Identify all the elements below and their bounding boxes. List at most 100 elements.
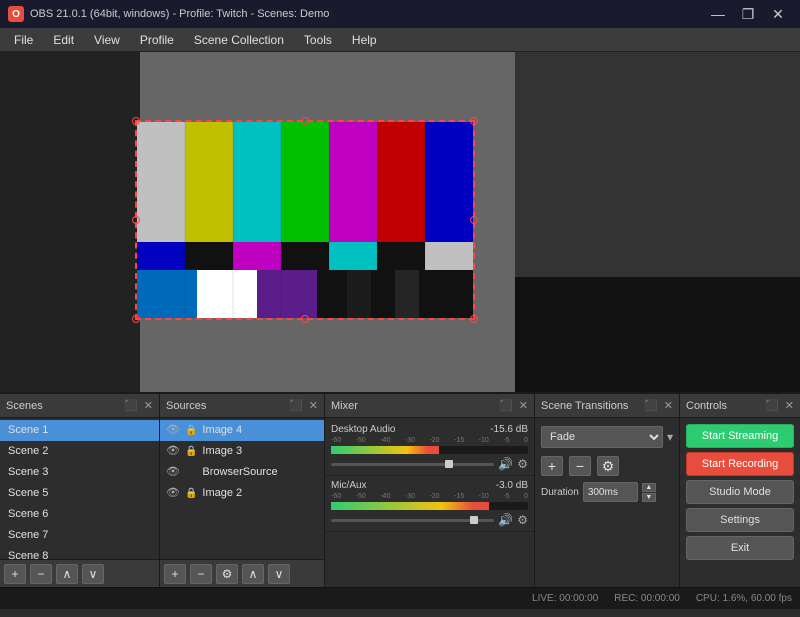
duration-down-button[interactable]: ▼ [642,493,656,502]
mixer-slider-desktop[interactable] [331,463,494,466]
scene-item-1[interactable]: Scene 1 [0,420,159,441]
scenes-list: Scene 1 Scene 2 Scene 3 Scene 5 Scene 6 … [0,418,159,559]
scene-item-8[interactable]: Scene 8 [0,546,159,559]
mixer-thumb-mic[interactable] [470,516,478,524]
transition-type-select[interactable]: Fade Cut Swipe Slide [541,426,663,448]
mixer-panel-header: Mixer ⬛ ✕ [325,394,534,418]
mixer-slider-row-mic: 🔊 ⚙ [331,513,528,527]
menu-scene-collection[interactable]: Scene Collection [184,31,294,49]
menu-edit[interactable]: Edit [43,31,84,49]
menu-file[interactable]: File [4,31,43,49]
sources-panel-header: Sources ⬛ ✕ [160,394,324,418]
mixer-header-icons: ⬛ ✕ [499,399,528,412]
scene-remove-button[interactable]: − [30,564,52,584]
live-time: LIVE: 00:00:00 [532,593,598,604]
mixer-thumb-desktop[interactable] [445,460,453,468]
scene-move-down-button[interactable]: ∨ [82,564,104,584]
scene-add-button[interactable]: + [4,564,26,584]
transition-remove-button[interactable]: − [569,456,591,476]
transitions-config-icon[interactable]: ⬛ [644,399,658,412]
resize-handle-ml[interactable] [132,216,140,224]
transition-chevron-icon: ▾ [667,430,673,444]
mixer-close-icon[interactable]: ✕ [519,399,528,412]
rec-time: REC: 00:00:00 [614,593,680,604]
lock-icon-image3[interactable]: 🔒 [185,443,197,460]
eye-icon-image3[interactable]: 👁 [166,443,180,460]
menu-view[interactable]: View [84,31,130,49]
sources-close-icon[interactable]: ✕ [309,399,318,412]
source-item-image2[interactable]: 👁 🔒 Image 2 [160,483,324,504]
scene-move-up-button[interactable]: ∧ [56,564,78,584]
mixer-slider-mic[interactable] [331,519,494,522]
start-recording-button[interactable]: Start Recording [686,452,794,476]
source-settings-button[interactable]: ⚙ [216,564,238,584]
resize-handle-bl[interactable] [132,315,140,323]
transition-settings-button[interactable]: ⚙ [597,456,619,476]
resize-handle-br[interactable] [470,315,478,323]
transitions-panel: Scene Transitions ⬛ ✕ Fade Cut Swipe Sli… [535,394,680,587]
eye-icon-image2[interactable]: 👁 [166,485,180,502]
eye-icon-image4[interactable]: 👁 [166,422,180,439]
sources-list: 👁 🔒 Image 4 👁 🔒 Image 3 👁 🔒 BrowserSourc… [160,418,324,559]
minimize-button[interactable]: — [704,0,732,28]
duration-input[interactable] [583,482,638,502]
source-item-image3[interactable]: 👁 🔒 Image 3 [160,441,324,462]
mixer-track-mic: Mic/Aux -3.0 dB -60-50-40-30-20-15-10-50… [325,476,534,532]
duration-up-button[interactable]: ▲ [642,483,656,492]
mixer-content: Desktop Audio -15.6 dB -60-50-40-30-20-1… [325,418,534,587]
menu-bar: File Edit View Profile Scene Collection … [0,28,800,52]
mixer-settings-icon-desktop[interactable]: ⚙ [517,457,528,471]
resize-handle-bm[interactable] [301,315,309,323]
controls-panel-header: Controls ⬛ ✕ [680,394,800,418]
scene-item-6[interactable]: Scene 6 [0,504,159,525]
mixer-config-icon[interactable]: ⬛ [499,399,513,412]
source-item-browser[interactable]: 👁 🔒 BrowserSource [160,462,324,483]
maximize-button[interactable]: ❐ [734,0,762,28]
scene-item-3[interactable]: Scene 3 [0,462,159,483]
scene-item-5[interactable]: Scene 5 [0,483,159,504]
sources-panel: Sources ⬛ ✕ 👁 🔒 Image 4 👁 🔒 Image 3 👁 🔒 … [160,394,325,587]
controls-content: Start Streaming Start Recording Studio M… [680,418,800,587]
source-name-image4: Image 4 [202,422,242,439]
transitions-close-icon[interactable]: ✕ [664,399,673,412]
start-streaming-button[interactable]: Start Streaming [686,424,794,448]
resize-handle-tm[interactable] [301,117,309,125]
studio-mode-button[interactable]: Studio Mode [686,480,794,504]
scene-item-7[interactable]: Scene 7 [0,525,159,546]
resize-handle-tr[interactable] [470,117,478,125]
resize-handle-mr[interactable] [470,216,478,224]
source-add-button[interactable]: + [164,564,186,584]
exit-button[interactable]: Exit [686,536,794,560]
preview-area [0,52,800,392]
sources-config-icon[interactable]: ⬛ [289,399,303,412]
resize-handle-tl[interactable] [132,117,140,125]
lock-icon-image2[interactable]: 🔒 [185,485,197,502]
lock-icon-image4[interactable]: 🔒 [185,422,197,439]
source-item-image4[interactable]: 👁 🔒 Image 4 [160,420,324,441]
transition-controls-row: + − ⚙ [535,452,679,480]
close-button[interactable]: ✕ [764,0,792,28]
mixer-mute-icon-desktop[interactable]: 🔊 [498,457,513,471]
eye-icon-browser[interactable]: 👁 [166,464,180,481]
source-move-up-button[interactable]: ∧ [242,564,264,584]
mixer-mute-icon-mic[interactable]: 🔊 [498,513,513,527]
controls-close-icon[interactable]: ✕ [785,399,794,412]
duration-spinner: ▲ ▼ [642,483,656,502]
window-controls[interactable]: — ❐ ✕ [704,0,792,28]
transition-add-button[interactable]: + [541,456,563,476]
source-remove-button[interactable]: − [190,564,212,584]
menu-tools[interactable]: Tools [294,31,342,49]
menu-help[interactable]: Help [342,31,387,49]
scenes-panel-header: Scenes ⬛ ✕ [0,394,159,418]
settings-button[interactable]: Settings [686,508,794,532]
source-move-down-button[interactable]: ∨ [268,564,290,584]
window-title: OBS 21.0.1 (64bit, windows) - Profile: T… [30,8,329,20]
transitions-content: Fade Cut Swipe Slide ▾ + − ⚙ Duration ▲ … [535,418,679,587]
transitions-header-icons: ⬛ ✕ [644,399,673,412]
controls-config-icon[interactable]: ⬛ [765,399,779,412]
mixer-settings-icon-mic[interactable]: ⚙ [517,513,528,527]
scenes-close-icon[interactable]: ✕ [144,399,153,412]
scene-item-2[interactable]: Scene 2 [0,441,159,462]
scenes-config-icon[interactable]: ⬛ [124,399,138,412]
menu-profile[interactable]: Profile [130,31,184,49]
